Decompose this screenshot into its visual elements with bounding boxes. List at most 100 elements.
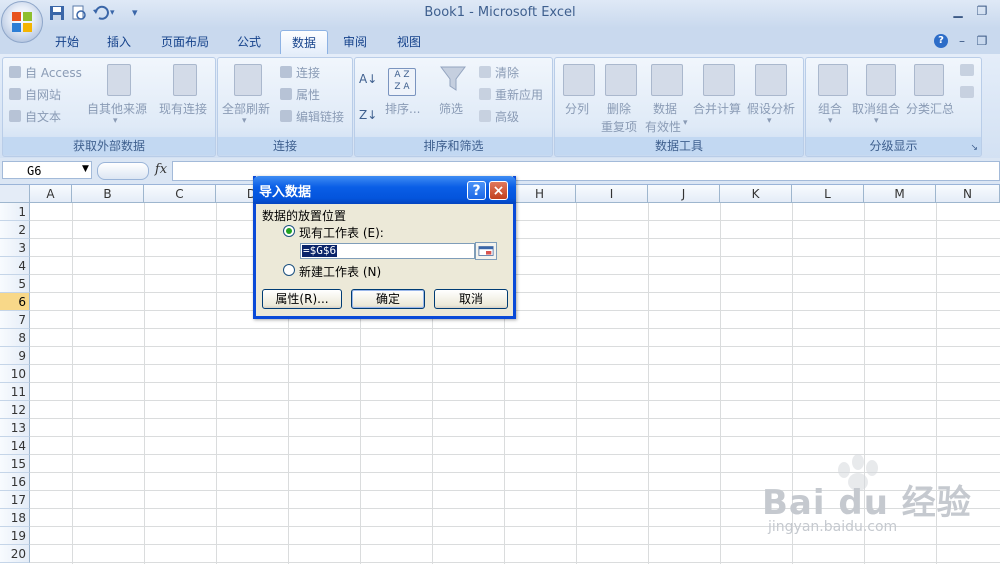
print-preview-icon[interactable] bbox=[70, 4, 88, 22]
consolidate-button[interactable]: 合并计算 bbox=[693, 100, 741, 117]
row-header[interactable]: 18 bbox=[0, 509, 30, 527]
row-header[interactable]: 15 bbox=[0, 455, 30, 473]
undo-dropdown-icon[interactable]: ▾ bbox=[110, 4, 124, 22]
dialog-close-button[interactable]: × bbox=[489, 181, 508, 200]
row-header[interactable]: 3 bbox=[0, 239, 30, 257]
properties-button[interactable]: 属性 bbox=[296, 86, 320, 103]
other-sources-button[interactable]: 自其他来源 bbox=[87, 100, 147, 117]
text-to-columns-button[interactable]: 分列 bbox=[565, 100, 589, 117]
tab-insert[interactable]: 插入 bbox=[96, 30, 142, 54]
formula-bar-resize-handle[interactable] bbox=[97, 162, 149, 180]
column-header[interactable]: N bbox=[936, 185, 1000, 203]
dialog-title-bar[interactable]: 导入数据 ? × bbox=[253, 176, 516, 204]
row-header[interactable]: 13 bbox=[0, 419, 30, 437]
subtotal-button[interactable]: 分类汇总 bbox=[906, 100, 954, 117]
row-header[interactable]: 8 bbox=[0, 329, 30, 347]
row-header[interactable]: 11 bbox=[0, 383, 30, 401]
column-header[interactable]: K bbox=[720, 185, 792, 203]
advanced-button[interactable]: 高级 bbox=[495, 108, 519, 125]
help-icon[interactable]: ? bbox=[934, 34, 948, 48]
sort-ascending-icon[interactable]: A↓ bbox=[359, 72, 377, 86]
ribbon-restore-button[interactable]: ❐ bbox=[974, 34, 990, 48]
office-button[interactable] bbox=[1, 1, 43, 43]
edit-links-button[interactable]: 编辑链接 bbox=[296, 108, 344, 125]
from-access-button[interactable]: 自 Access bbox=[25, 64, 82, 81]
select-all-corner[interactable] bbox=[0, 185, 30, 203]
group-button[interactable]: 组合 bbox=[818, 100, 842, 117]
tab-formulas[interactable]: 公式 bbox=[226, 30, 272, 54]
row-header[interactable]: 12 bbox=[0, 401, 30, 419]
ribbon-minimize-button[interactable]: – bbox=[954, 34, 970, 48]
row-header[interactable]: 19 bbox=[0, 527, 30, 545]
refresh-all-button[interactable]: 全部刷新 bbox=[222, 100, 270, 117]
from-web-button[interactable]: 自网站 bbox=[25, 86, 61, 103]
data-validation-label-1[interactable]: 数据 bbox=[653, 100, 677, 117]
tab-review[interactable]: 审阅 bbox=[332, 30, 378, 54]
row-header[interactable]: 10 bbox=[0, 365, 30, 383]
remove-duplicates-label-1[interactable]: 删除 bbox=[607, 100, 631, 117]
row-header[interactable]: 5 bbox=[0, 275, 30, 293]
row-header[interactable]: 4 bbox=[0, 257, 30, 275]
column-header[interactable]: C bbox=[144, 185, 216, 203]
what-if-dropdown-icon[interactable]: ▾ bbox=[767, 116, 772, 126]
outline-dialog-launcher-icon[interactable]: ↘ bbox=[970, 143, 978, 153]
collapse-dialog-icon[interactable] bbox=[475, 242, 497, 260]
row-header[interactable]: 7 bbox=[0, 311, 30, 329]
remove-duplicates-label-2[interactable]: 重复项 bbox=[601, 118, 637, 135]
row-header[interactable]: 17 bbox=[0, 491, 30, 509]
new-sheet-radio[interactable] bbox=[283, 264, 295, 276]
cancel-button[interactable]: 取消 bbox=[434, 289, 508, 309]
minimize-button[interactable]: ▁ bbox=[950, 4, 966, 18]
group-dropdown-icon[interactable]: ▾ bbox=[828, 116, 833, 126]
existing-sheet-label[interactable]: 现有工作表 (E): bbox=[299, 224, 384, 241]
name-box-dropdown-icon[interactable]: ▼ bbox=[82, 164, 89, 174]
save-icon[interactable] bbox=[48, 4, 66, 22]
column-header[interactable]: L bbox=[792, 185, 864, 203]
tab-view[interactable]: 视图 bbox=[386, 30, 432, 54]
hide-detail-icon[interactable] bbox=[960, 86, 974, 98]
validation-dropdown-icon[interactable]: ▾ bbox=[683, 118, 688, 128]
row-header[interactable]: 16 bbox=[0, 473, 30, 491]
name-box[interactable]: G6 bbox=[2, 161, 92, 179]
data-validation-label-2[interactable]: 有效性 bbox=[645, 118, 681, 135]
existing-sheet-radio[interactable] bbox=[283, 225, 295, 237]
dialog-help-button[interactable]: ? bbox=[467, 181, 486, 200]
clear-button[interactable]: 清除 bbox=[495, 64, 519, 81]
row-header-selected[interactable]: 6 bbox=[0, 293, 30, 311]
ok-button[interactable]: 确定 bbox=[351, 289, 425, 309]
qat-more-icon[interactable]: ▾ bbox=[132, 4, 146, 22]
existing-connections-button[interactable]: 现有连接 bbox=[159, 100, 207, 117]
reapply-button[interactable]: 重新应用 bbox=[495, 86, 543, 103]
column-header[interactable]: M bbox=[864, 185, 936, 203]
row-header[interactable]: 1 bbox=[0, 203, 30, 221]
properties-button[interactable]: 属性(R)... bbox=[262, 289, 342, 309]
sort-descending-icon[interactable]: Z↓ bbox=[359, 108, 377, 122]
connections-button[interactable]: 连接 bbox=[296, 64, 320, 81]
what-if-button[interactable]: 假设分析 bbox=[747, 100, 795, 117]
ungroup-button[interactable]: 取消组合 bbox=[852, 100, 900, 117]
column-header[interactable]: I bbox=[576, 185, 648, 203]
ribbon: 自 Access 自网站 自文本 自其他来源 ▾ 现有连接 获取外部数据 全部刷… bbox=[0, 54, 1000, 159]
tab-home[interactable]: 开始 bbox=[44, 30, 90, 54]
reference-input[interactable]: =$G$6 bbox=[300, 243, 475, 259]
refresh-dropdown-icon[interactable]: ▾ bbox=[242, 116, 247, 126]
undo-icon[interactable] bbox=[92, 4, 110, 22]
sort-button[interactable]: 排序... bbox=[385, 100, 420, 117]
filter-button[interactable]: 筛选 bbox=[439, 100, 463, 117]
row-header[interactable]: 2 bbox=[0, 221, 30, 239]
tab-page-layout[interactable]: 页面布局 bbox=[150, 30, 220, 54]
ungroup-dropdown-icon[interactable]: ▾ bbox=[874, 116, 879, 126]
other-sources-dropdown-icon[interactable]: ▾ bbox=[113, 116, 118, 126]
column-header[interactable]: J bbox=[648, 185, 720, 203]
restore-button[interactable]: ❐ bbox=[974, 4, 990, 18]
insert-function-icon[interactable]: fx bbox=[150, 161, 172, 179]
from-text-button[interactable]: 自文本 bbox=[25, 108, 61, 125]
show-detail-icon[interactable] bbox=[960, 64, 974, 76]
new-sheet-label[interactable]: 新建工作表 (N) bbox=[299, 263, 381, 280]
column-header[interactable]: A bbox=[30, 185, 72, 203]
row-header[interactable]: 20 bbox=[0, 545, 30, 563]
row-header[interactable]: 14 bbox=[0, 437, 30, 455]
column-header[interactable]: B bbox=[72, 185, 144, 203]
tab-data[interactable]: 数据 bbox=[280, 30, 328, 55]
row-header[interactable]: 9 bbox=[0, 347, 30, 365]
